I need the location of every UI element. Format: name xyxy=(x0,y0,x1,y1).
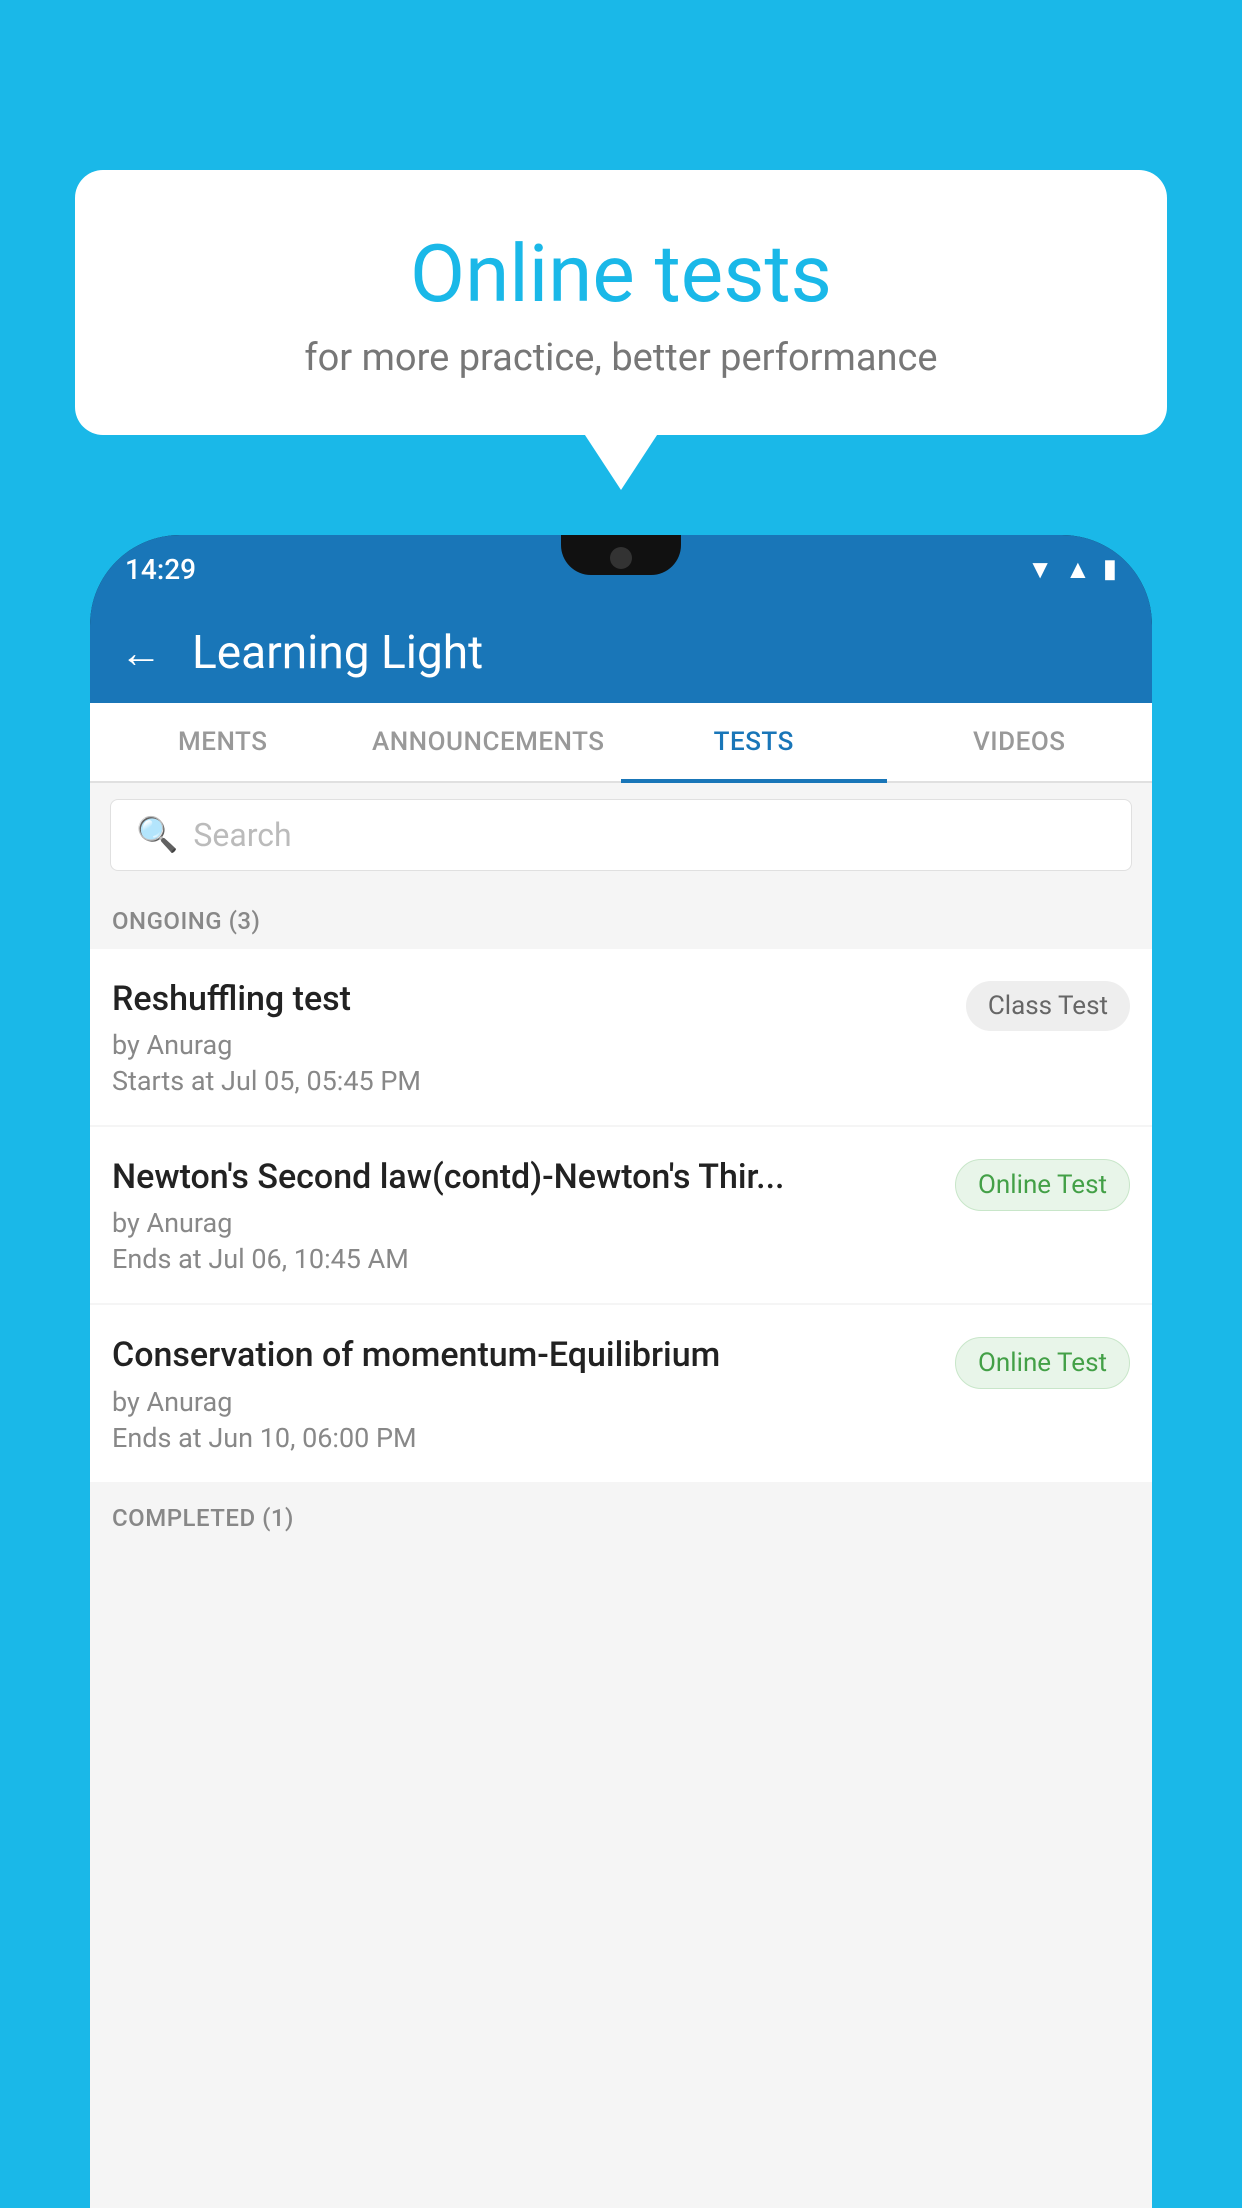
test-author: by Anurag xyxy=(112,1029,946,1061)
test-date: Ends at Jul 06, 10:45 AM xyxy=(112,1243,935,1275)
test-info: Reshuffling test by Anurag Starts at Jul… xyxy=(112,977,946,1097)
test-author: by Anurag xyxy=(112,1386,935,1418)
camera-dot xyxy=(610,547,632,569)
tab-ments[interactable]: MENTS xyxy=(90,703,356,781)
completed-section-header: COMPLETED (1) xyxy=(90,1484,1152,1546)
app-bar: ← Learning Light xyxy=(90,603,1152,703)
bubble-subtitle: for more practice, better performance xyxy=(125,336,1117,380)
status-icons: ▼ ▲ ▮ xyxy=(1027,554,1117,585)
test-date: Ends at Jun 10, 06:00 PM xyxy=(112,1422,935,1454)
phone-content: 🔍 Search ONGOING (3) Reshuffling test by… xyxy=(90,783,1152,2208)
speech-bubble: Online tests for more practice, better p… xyxy=(75,170,1167,435)
search-placeholder: Search xyxy=(193,816,291,854)
test-name: Reshuffling test xyxy=(112,977,946,1021)
tab-videos[interactable]: VIDEOS xyxy=(887,703,1153,781)
wifi-icon: ▼ xyxy=(1027,554,1053,585)
battery-icon: ▮ xyxy=(1103,554,1117,584)
ongoing-section-header: ONGOING (3) xyxy=(90,887,1152,949)
test-info: Conservation of momentum-Equilibrium by … xyxy=(112,1333,935,1453)
status-time: 14:29 xyxy=(125,553,196,586)
search-icon: 🔍 xyxy=(136,815,178,855)
test-author: by Anurag xyxy=(112,1207,935,1239)
tab-tests[interactable]: TESTS xyxy=(621,703,887,781)
test-name: Newton's Second law(contd)-Newton's Thir… xyxy=(112,1155,935,1199)
back-button[interactable]: ← xyxy=(120,629,162,678)
app-title: Learning Light xyxy=(192,626,483,680)
test-badge-online-2: Online Test xyxy=(955,1337,1130,1389)
test-item[interactable]: Newton's Second law(contd)-Newton's Thir… xyxy=(90,1127,1152,1303)
test-badge-class: Class Test xyxy=(966,981,1130,1031)
status-bar: 14:29 ▼ ▲ ▮ xyxy=(90,535,1152,603)
signal-icon: ▲ xyxy=(1065,554,1091,585)
test-name: Conservation of momentum-Equilibrium xyxy=(112,1333,935,1377)
test-info: Newton's Second law(contd)-Newton's Thir… xyxy=(112,1155,935,1275)
bubble-title: Online tests xyxy=(125,230,1117,318)
test-date: Starts at Jul 05, 05:45 PM xyxy=(112,1065,946,1097)
tabs-bar: MENTS ANNOUNCEMENTS TESTS VIDEOS xyxy=(90,703,1152,783)
test-item[interactable]: Reshuffling test by Anurag Starts at Jul… xyxy=(90,949,1152,1125)
phone-frame: 14:29 ▼ ▲ ▮ ← Learning Light MENTS ANNOU… xyxy=(90,535,1152,2208)
test-badge-online: Online Test xyxy=(955,1159,1130,1211)
test-item[interactable]: Conservation of momentum-Equilibrium by … xyxy=(90,1305,1152,1481)
tab-announcements[interactable]: ANNOUNCEMENTS xyxy=(356,703,622,781)
search-bar[interactable]: 🔍 Search xyxy=(110,799,1132,871)
